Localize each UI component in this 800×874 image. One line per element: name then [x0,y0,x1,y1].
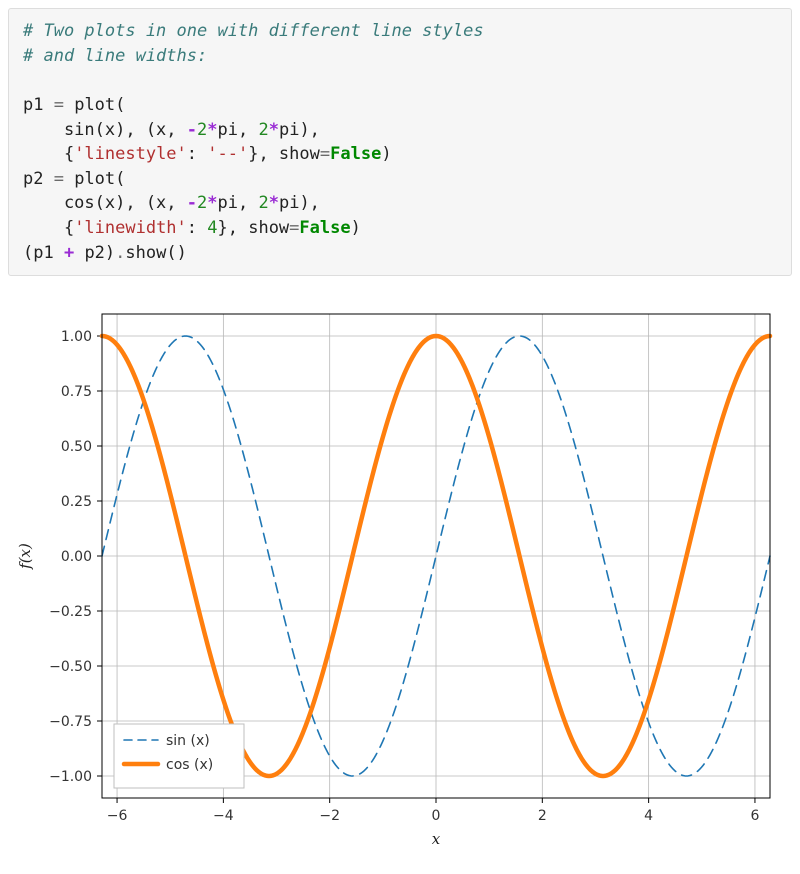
code-token: sin(x), (x, [23,120,187,140]
code-token: 'linewidth' [74,218,187,238]
code-token: ) [351,218,361,238]
code-token: ) [381,144,391,164]
code-token: False [330,144,381,164]
code-token: = [289,218,299,238]
code-token: - [187,120,197,140]
code-token: { [23,144,74,164]
line-chart: −6 −4 −2 0 2 4 6 −1.00 −0.75 −0.50 −0.25 0.00 0.25 0.… [10,294,790,854]
svg-text:−0.75: −0.75 [49,714,92,730]
code-token: p1 [23,95,54,115]
svg-text:−1.00: −1.00 [49,769,92,785]
comment-line: # Two plots in one with different line s… [23,21,484,41]
code-token: p2 [23,169,54,189]
code-token: 4 [207,218,217,238]
code-token: '--' [207,144,248,164]
svg-text:−0.50: −0.50 [49,659,92,675]
code-token: * [207,193,217,213]
code-token: show() [125,243,186,263]
svg-text:6: 6 [750,808,759,824]
code-token: 2 [258,120,268,140]
svg-text:cos (x): cos (x) [166,757,213,773]
code-token: * [269,120,279,140]
code-token: plot( [64,95,125,115]
code-token: pi), [279,120,320,140]
svg-text:sin (x): sin (x) [166,733,210,749]
code-token: 2 [197,120,207,140]
code-token: - [187,193,197,213]
code-token: False [299,218,350,238]
code-token: . [115,243,125,263]
code-token: = [54,95,64,115]
svg-text:0.75: 0.75 [61,384,92,400]
svg-text:0.00: 0.00 [61,549,92,565]
svg-text:4: 4 [644,808,653,824]
code-token: }, show [218,218,290,238]
code-token: cos(x), (x, [23,193,187,213]
svg-text:0.50: 0.50 [61,439,92,455]
code-token: pi), [279,193,320,213]
chart-output: −6 −4 −2 0 2 4 6 −1.00 −0.75 −0.50 −0.25 0.00 0.25 0.… [8,294,792,854]
code-token: }, show [248,144,320,164]
code-token: plot( [64,169,125,189]
svg-text:0.25: 0.25 [61,494,92,510]
svg-text:−0.25: −0.25 [49,604,92,620]
code-token: 2 [258,193,268,213]
code-token: pi, [218,120,259,140]
code-cell: # Two plots in one with different line s… [8,8,792,276]
code-token: = [54,169,64,189]
svg-text:1.00: 1.00 [61,329,92,345]
code-token: : [187,218,207,238]
code-token: + [64,243,74,263]
svg-text:2: 2 [538,808,547,824]
svg-text:x: x [432,830,441,848]
code-token: = [320,144,330,164]
code-token: pi, [218,193,259,213]
svg-text:f(x): f(x) [16,543,34,570]
code-token: 2 [197,193,207,213]
code-token: : [187,144,207,164]
svg-text:−4: −4 [213,808,234,824]
code-token: p2) [74,243,115,263]
code-token: 'linestyle' [74,144,187,164]
svg-text:−6: −6 [107,808,128,824]
code-token: (p1 [23,243,64,263]
code-token: * [207,120,217,140]
code-token: { [23,218,74,238]
comment-line: # and line widths: [23,46,207,66]
code-token: * [269,193,279,213]
svg-text:0: 0 [432,808,441,824]
svg-text:−2: −2 [319,808,340,824]
